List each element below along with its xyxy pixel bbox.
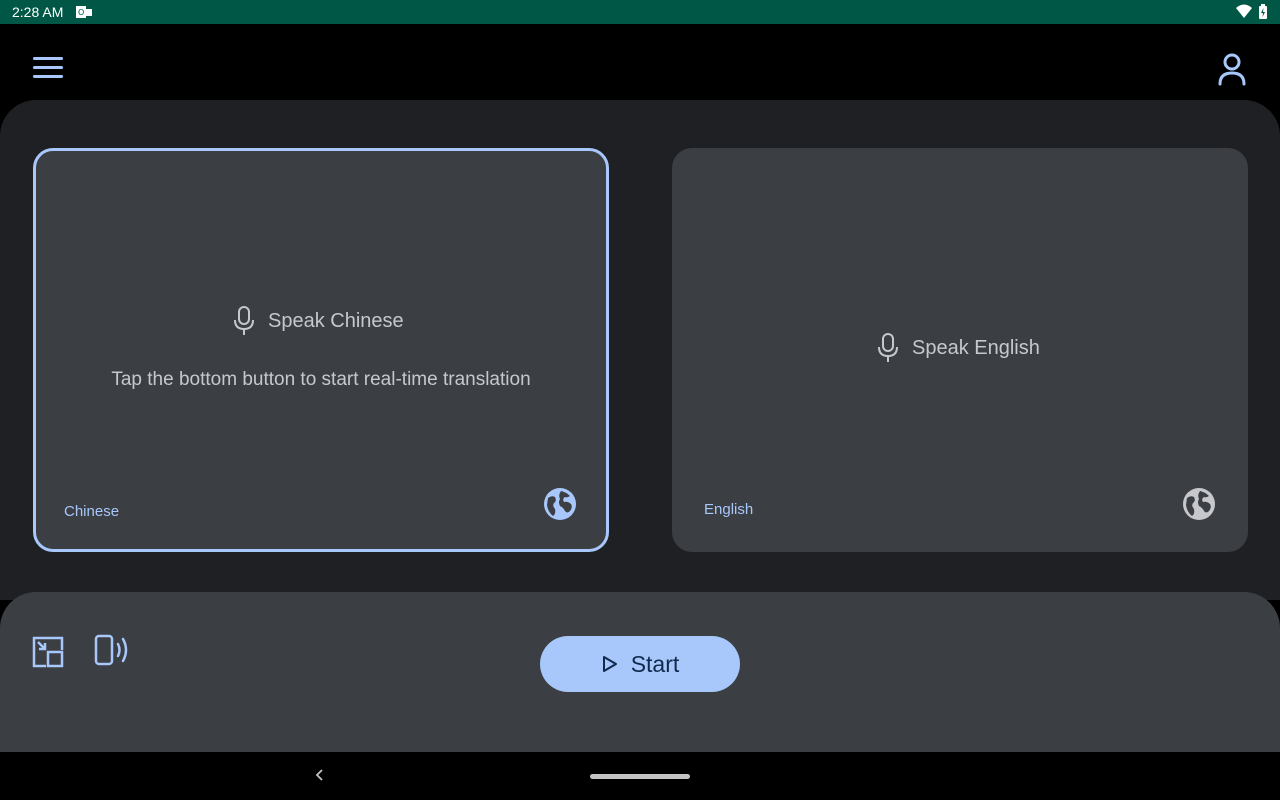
play-icon (602, 656, 617, 672)
globe-icon[interactable] (1182, 487, 1216, 521)
account-icon[interactable] (1212, 50, 1252, 90)
microphone-icon (234, 306, 254, 335)
target-panel[interactable]: Speak English English (672, 148, 1248, 552)
target-speak-prompt: Speak English (876, 332, 1040, 364)
source-speak-label: Speak Chinese (268, 309, 404, 332)
microphone-icon (878, 333, 898, 362)
status-time: 2:28 AM (12, 4, 64, 20)
home-handle[interactable] (590, 774, 690, 779)
source-language-label: Chinese (64, 503, 120, 520)
svg-text:O: O (78, 8, 84, 17)
app-bar (0, 24, 1280, 100)
battery-icon (1259, 4, 1267, 19)
start-button[interactable]: Start (540, 636, 740, 692)
status-bar: 2:28 AM O (0, 0, 1280, 24)
menu-icon[interactable] (28, 50, 68, 86)
target-speak-label: Speak English (912, 336, 1040, 359)
source-panel[interactable]: Speak Chinese Tap the bottom button to s… (33, 148, 609, 552)
speaker-phone-icon[interactable] (92, 632, 132, 668)
picture-in-picture-icon[interactable] (30, 634, 66, 670)
target-language-label: English (704, 501, 754, 518)
notification-icon: O (76, 6, 92, 18)
navigation-bar (0, 752, 1280, 800)
globe-icon[interactable] (543, 487, 577, 521)
source-speak-prompt: Speak Chinese (232, 305, 404, 337)
start-button-label: Start (630, 650, 680, 677)
control-sheet: Start (0, 592, 1280, 752)
source-hint-text: Tap the bottom button to start real-time… (111, 369, 531, 390)
back-icon[interactable] (312, 766, 328, 784)
wifi-icon (1236, 4, 1252, 18)
